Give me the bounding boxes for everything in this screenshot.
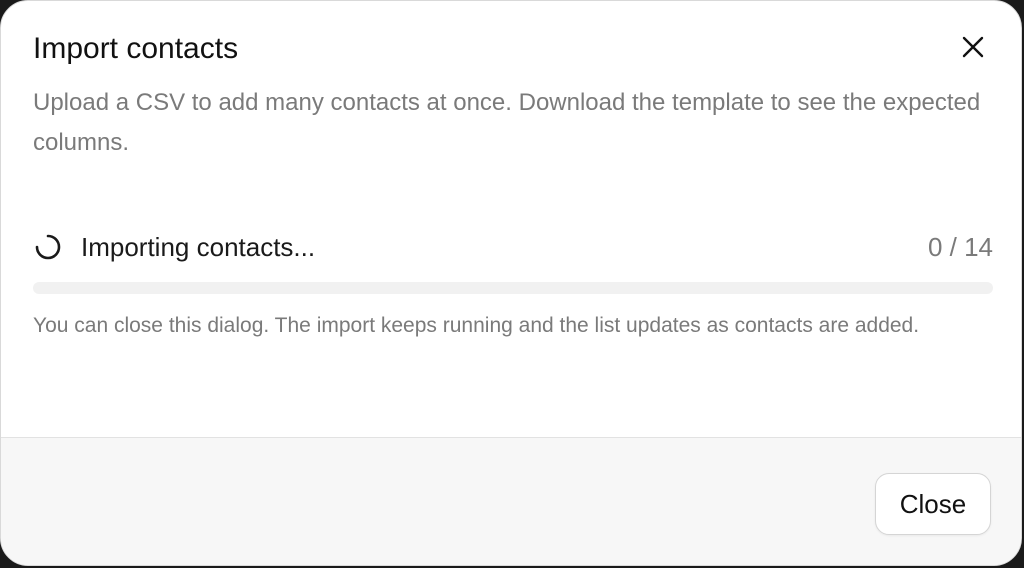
dialog-header: Import contacts (33, 29, 989, 69)
spinner-icon-glyph (35, 234, 61, 260)
import-status-label: Importing contacts... (81, 231, 316, 262)
dialog-title: Import contacts (33, 32, 239, 65)
close-icon-glyph (962, 36, 984, 58)
import-contacts-dialog: Import contacts Upload a CSV to add many… (0, 0, 1022, 566)
dialog-description: Upload a CSV to add many contacts at onc… (33, 89, 981, 156)
import-count: 0 / 14 (927, 231, 993, 262)
import-status-row: Importing contacts... 0 / 14 (33, 227, 993, 267)
close-icon[interactable] (957, 31, 989, 63)
spinner-icon (33, 232, 63, 262)
import-progress-bar (33, 282, 993, 294)
dialog-footer: Close (1, 437, 1021, 565)
close-button[interactable]: Close (875, 473, 991, 535)
import-note: You can close this dialog. The import ke… (33, 314, 920, 337)
